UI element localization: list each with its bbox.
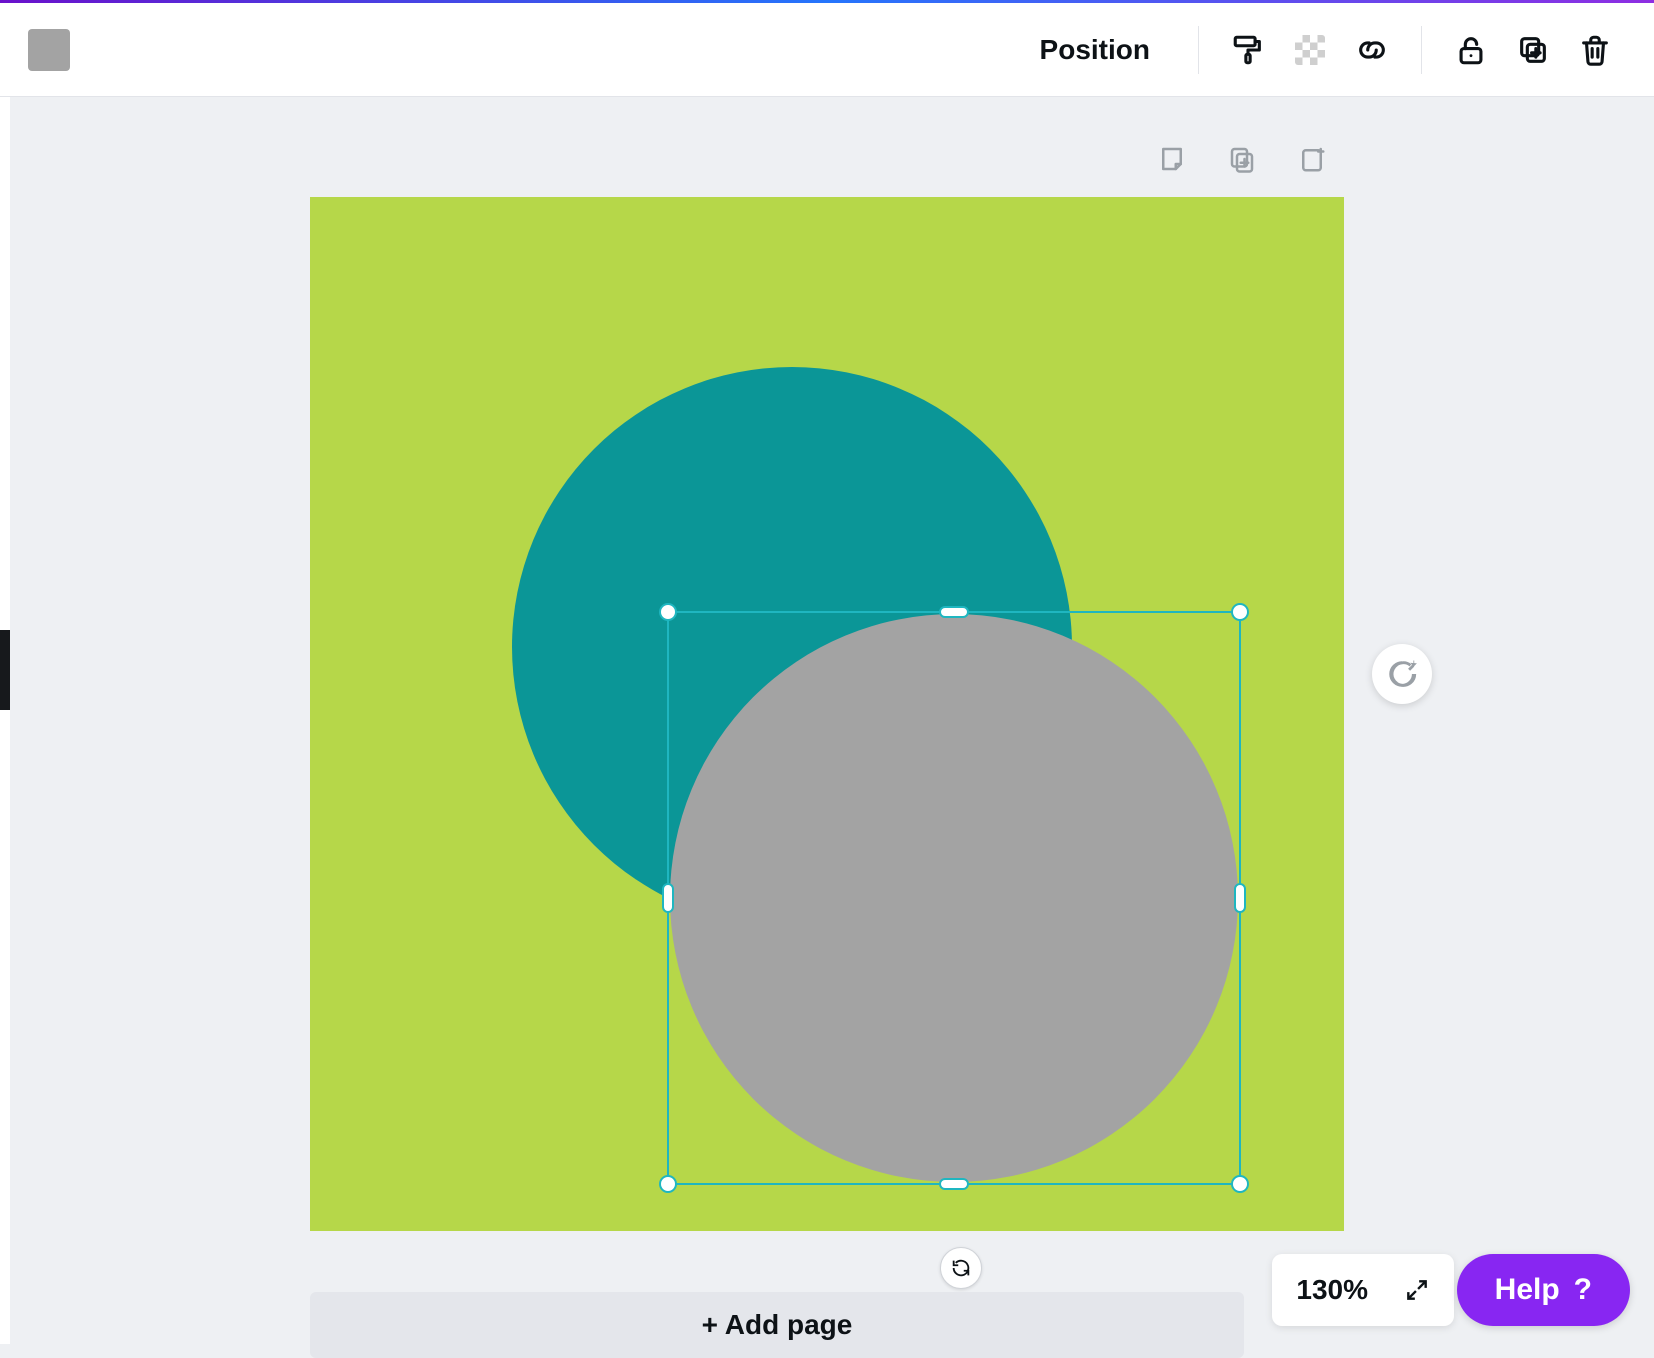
notes-icon — [1157, 144, 1187, 174]
add-comment-button[interactable]: + — [1372, 644, 1432, 704]
shape-circle-gray[interactable] — [670, 614, 1238, 1182]
fill-color-swatch[interactable] — [28, 29, 70, 71]
rotate-handle[interactable] — [940, 1247, 982, 1289]
link-button[interactable] — [1349, 27, 1395, 73]
separator — [1198, 26, 1199, 74]
duplicate-page-button[interactable] — [1224, 141, 1260, 177]
left-panel-strip — [0, 97, 10, 1344]
position-button[interactable]: Position — [1040, 34, 1150, 66]
delete-button[interactable] — [1572, 27, 1618, 73]
zoom-controls: 130% — [1272, 1254, 1454, 1326]
add-page-bar[interactable]: + Add page — [310, 1292, 1244, 1358]
duplicate-button[interactable] — [1510, 27, 1556, 73]
duplicate-page-icon — [1227, 144, 1257, 174]
help-button[interactable]: Help ? — [1457, 1254, 1630, 1326]
duplicate-icon — [1516, 33, 1550, 67]
lock-button[interactable] — [1448, 27, 1494, 73]
transparency-icon — [1295, 35, 1325, 65]
expand-icon — [1404, 1277, 1430, 1303]
copy-style-button[interactable] — [1225, 27, 1271, 73]
separator — [1421, 26, 1422, 74]
fullscreen-button[interactable] — [1404, 1277, 1430, 1303]
help-label: Help — [1495, 1273, 1560, 1307]
rotate-icon — [950, 1257, 972, 1279]
paint-roller-icon — [1231, 33, 1265, 67]
top-toolbar: Position — [0, 3, 1654, 97]
add-page-button[interactable] — [1294, 141, 1330, 177]
link-icon — [1355, 33, 1389, 67]
lock-open-icon — [1454, 33, 1488, 67]
app-root: Position — [0, 0, 1654, 1344]
zoom-level[interactable]: 130% — [1296, 1274, 1368, 1306]
trash-icon — [1578, 33, 1612, 67]
transparency-button[interactable] — [1287, 27, 1333, 73]
help-glyph: ? — [1574, 1273, 1592, 1307]
page-controls — [1154, 141, 1330, 177]
add-page-icon — [1297, 144, 1327, 174]
canvas-area[interactable]: + + Add page — [10, 97, 1654, 1344]
comment-icon: + — [1385, 657, 1419, 691]
svg-text:+: + — [1411, 658, 1418, 670]
page-notes-button[interactable] — [1154, 141, 1190, 177]
